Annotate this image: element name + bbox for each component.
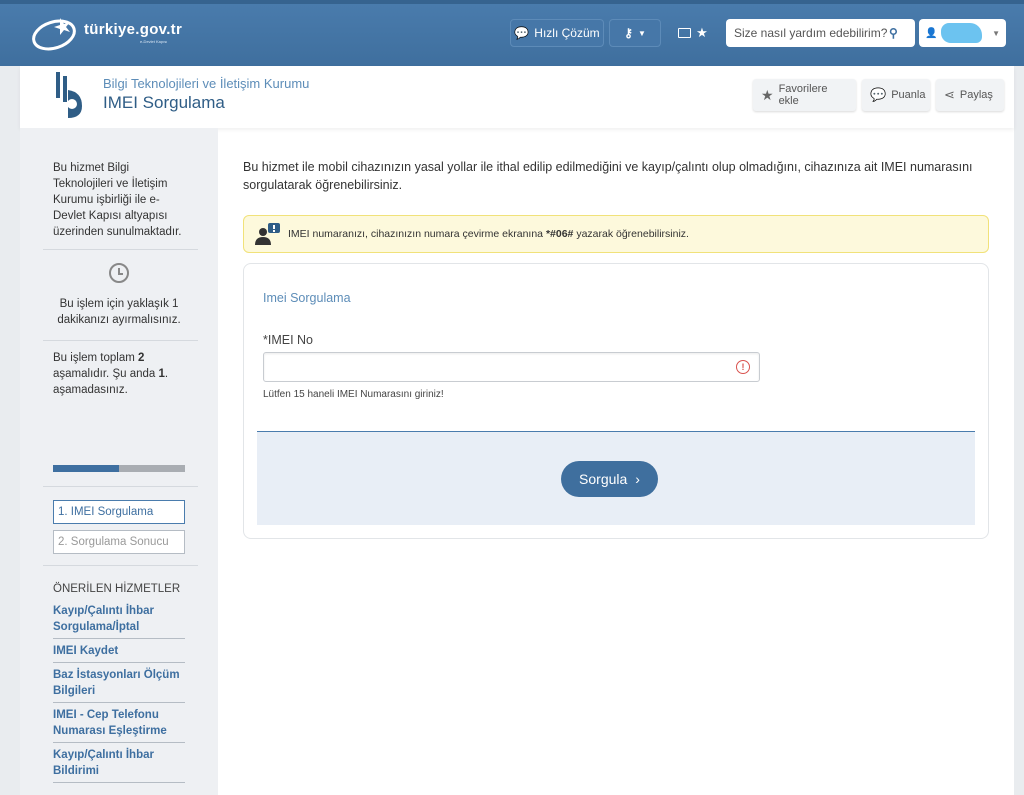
header-strip [0, 0, 1024, 4]
recommended-title: ÖNERİLEN HİZMETLER [53, 583, 181, 595]
logo-text: türkiye.gov.tr [84, 21, 183, 38]
divider [43, 486, 198, 487]
accessibility-menu-button[interactable]: ⚷ ▼ [609, 19, 661, 47]
divider [43, 565, 198, 566]
imei-field-hint: Lütfen 15 haneli IMEI Numarasını giriniz… [263, 389, 444, 400]
chevron-down-icon: ▼ [637, 28, 646, 38]
submit-query-button[interactable]: Sorgula › [561, 461, 658, 497]
imei-field-wrapper: ! [263, 352, 760, 382]
imei-form-card: Imei Sorgulama *IMEI No ! Lütfen 15 hane… [243, 263, 989, 539]
divider [43, 249, 198, 250]
key-icon: ⚷ [624, 26, 633, 40]
page-container: Bilgi Teknolojileri ve İletişim Kurumu I… [20, 66, 1014, 795]
recommended-link[interactable]: Baz İstasyonları Ölçüm Bilgileri [53, 667, 185, 703]
service-title: IMEI Sorgulama [103, 93, 225, 112]
submit-label: Sorgula [579, 471, 628, 487]
star-icon: ★ [761, 86, 774, 103]
step-query-result: 2. Sorgulama Sonucu [53, 530, 185, 554]
info-alert-text: IMEI numaranızı, cihazınızın numara çevi… [288, 228, 689, 240]
divider [43, 340, 198, 341]
top-header: türkiye.gov.tr e-Devlet Kapısı 💬 Hızlı Ç… [0, 0, 1024, 66]
rate-label: Puanla [891, 89, 926, 101]
turkiye-gov-logo[interactable]: türkiye.gov.tr e-Devlet Kapısı [30, 12, 200, 56]
progress-fill [53, 465, 119, 472]
quick-solution-button[interactable]: 💬 Hızlı Çözüm [510, 19, 604, 47]
recommended-link[interactable]: IMEI Kaydet [53, 643, 185, 663]
search-box[interactable]: ⚲ [726, 19, 915, 47]
share-icon: ⋖ [944, 87, 955, 102]
service-header: Bilgi Teknolojileri ve İletişim Kurumu I… [20, 66, 1014, 128]
add-favorite-label: Favorilere ekle [778, 83, 828, 107]
institution-name: Bilgi Teknolojileri ve İletişim Kurumu [103, 76, 310, 91]
time-estimate: Bu işlem için yaklaşık 1 dakikanızı ayır… [57, 298, 181, 326]
search-input[interactable] [734, 26, 889, 40]
comment-icon: 💬 [870, 87, 887, 102]
clock-icon [109, 263, 129, 283]
chat-bubbles-icon: 💬 [514, 26, 530, 40]
chevron-right-icon: › [635, 471, 640, 487]
chevron-down-icon: ▼ [992, 28, 1000, 38]
share-label: Paylaş [959, 89, 993, 101]
user-icon: 👤 [925, 27, 938, 39]
rate-button[interactable]: 💬 Puanla [862, 79, 930, 111]
btk-logo-icon [56, 72, 82, 118]
star-icon[interactable]: ★ [696, 25, 708, 41]
recommended-link[interactable]: Kayıp/Çalıntı İhbar Sorgulama/İptal [53, 603, 185, 639]
sidebar: Bu hizmet Bilgi Teknolojileri ve İletişi… [20, 128, 218, 795]
share-button[interactable]: ⋖ Paylaş [936, 79, 1004, 111]
redacted-username [941, 23, 983, 43]
logo-tagline: e-Devlet Kapısı [140, 39, 168, 44]
provider-text: Bu hizmet Bilgi Teknolojileri ve İletişi… [53, 162, 182, 238]
search-icon[interactable]: ⚲ [889, 26, 898, 40]
user-info-icon [255, 223, 280, 245]
recommended-link[interactable]: IMEI - Cep Telefonu Numarası Eşleştirme [53, 707, 185, 743]
step-imei-query[interactable]: 1. IMEI Sorgulama [53, 500, 185, 524]
steps-info: Bu işlem toplam 2 aşamalıdır. Şu anda 1.… [53, 352, 169, 396]
service-intro: Bu hizmet ile mobil cihazınızın yasal yo… [243, 160, 973, 192]
exclamation-circle-icon: ! [736, 360, 750, 374]
quick-solution-label: Hızlı Çözüm [534, 26, 600, 40]
logo-swoosh-icon [32, 18, 76, 51]
user-menu-button[interactable]: 👤 ▼ [919, 19, 1006, 47]
imei-field-label: *IMEI No [263, 333, 314, 347]
info-alert: IMEI numaranızı, cihazınızın numara çevi… [243, 215, 989, 253]
imei-input[interactable] [264, 353, 724, 381]
form-title: Imei Sorgulama [263, 291, 351, 305]
id-card-button[interactable]: ★ [667, 19, 719, 47]
id-card-icon [678, 28, 692, 38]
form-actions: Sorgula › [257, 431, 975, 525]
step-progress-bar [53, 465, 185, 472]
recommended-link[interactable]: Kayıp/Çalıntı İhbar Bildirimi [53, 747, 185, 783]
add-favorite-button[interactable]: ★ Favorilere ekle [753, 79, 856, 111]
